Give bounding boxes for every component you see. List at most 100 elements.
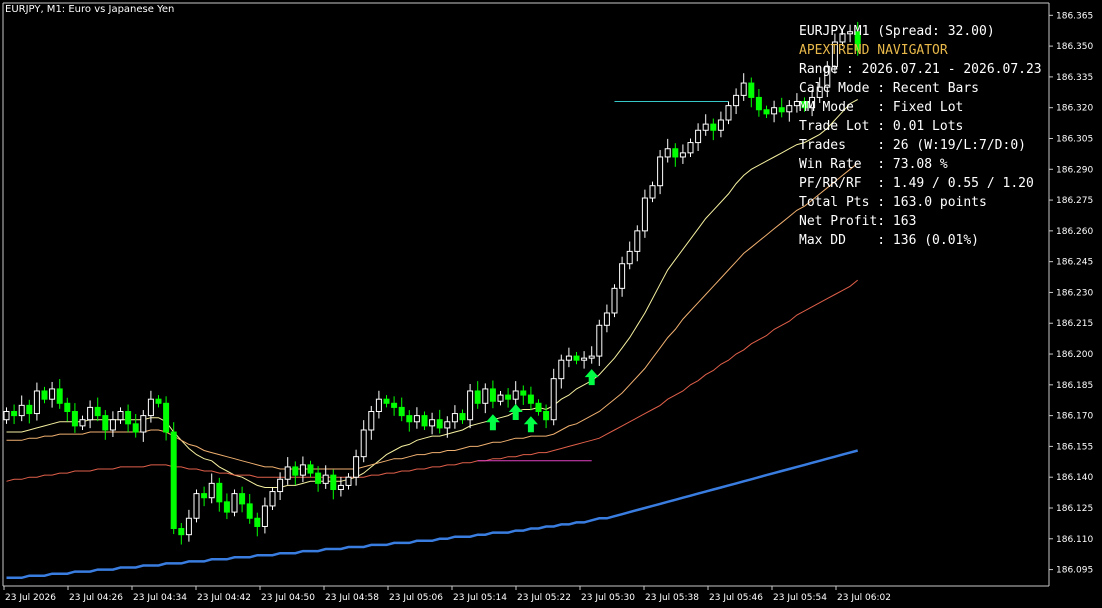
bull-candle[interactable] bbox=[429, 419, 436, 427]
buy-arrow-icon[interactable] bbox=[523, 416, 538, 433]
bear-candle[interactable] bbox=[330, 474, 337, 491]
bull-candle[interactable] bbox=[109, 419, 116, 431]
bull-candle[interactable] bbox=[360, 429, 367, 458]
bull-candle[interactable] bbox=[147, 398, 154, 417]
bull-candle[interactable] bbox=[345, 476, 352, 486]
bear-candle[interactable] bbox=[163, 402, 170, 433]
bull-candle[interactable] bbox=[140, 415, 147, 433]
bull-candle[interactable] bbox=[664, 148, 671, 158]
bull-candle[interactable] bbox=[269, 491, 276, 507]
bull-candle[interactable] bbox=[786, 105, 793, 113]
bull-candle[interactable] bbox=[702, 123, 709, 131]
bear-candle[interactable] bbox=[315, 472, 322, 484]
bear-candle[interactable] bbox=[398, 406, 405, 417]
buy-arrow-icon[interactable] bbox=[584, 369, 599, 386]
bull-candle[interactable] bbox=[695, 129, 702, 144]
bull-candle[interactable] bbox=[581, 357, 588, 361]
bull-candle[interactable] bbox=[231, 493, 238, 513]
bull-candle[interactable] bbox=[18, 404, 25, 417]
bull-candle[interactable] bbox=[550, 378, 557, 421]
bear-candle[interactable] bbox=[223, 501, 230, 513]
bear-candle[interactable] bbox=[406, 415, 413, 423]
bear-candle[interactable] bbox=[254, 517, 261, 527]
bear-candle[interactable] bbox=[543, 411, 550, 421]
bear-candle[interactable] bbox=[391, 402, 398, 408]
bull-candle[interactable] bbox=[322, 474, 329, 484]
bull-candle[interactable] bbox=[482, 388, 489, 404]
bull-candle[interactable] bbox=[588, 355, 595, 359]
bear-candle[interactable] bbox=[11, 411, 18, 417]
bear-candle[interactable] bbox=[246, 503, 253, 519]
bull-candle[interactable] bbox=[679, 152, 686, 158]
bull-candle[interactable] bbox=[444, 421, 451, 429]
bull-candle[interactable] bbox=[687, 142, 694, 154]
bear-candle[interactable] bbox=[527, 394, 534, 404]
bear-candle[interactable] bbox=[778, 107, 785, 113]
bull-candle[interactable] bbox=[337, 484, 344, 491]
bull-candle[interactable] bbox=[657, 156, 664, 187]
bear-candle[interactable] bbox=[383, 398, 390, 404]
bear-candle[interactable] bbox=[125, 411, 132, 425]
bull-candle[interactable] bbox=[277, 478, 284, 493]
bear-candle[interactable] bbox=[748, 82, 755, 98]
bear-candle[interactable] bbox=[64, 402, 71, 413]
bear-candle[interactable] bbox=[94, 406, 101, 417]
bull-candle[interactable] bbox=[375, 398, 382, 413]
bull-candle[interactable] bbox=[717, 119, 724, 131]
bull-candle[interactable] bbox=[497, 394, 504, 402]
bull-candle[interactable] bbox=[558, 359, 565, 380]
bear-candle[interactable] bbox=[505, 394, 512, 400]
bull-candle[interactable] bbox=[603, 312, 610, 326]
bull-candle[interactable] bbox=[185, 517, 192, 536]
bull-candle[interactable] bbox=[79, 419, 86, 427]
bull-candle[interactable] bbox=[641, 197, 648, 232]
bull-candle[interactable] bbox=[619, 263, 626, 289]
buy-arrow-icon[interactable] bbox=[508, 403, 523, 420]
bear-candle[interactable] bbox=[672, 148, 679, 158]
bull-candle[interactable] bbox=[611, 287, 618, 314]
bear-candle[interactable] bbox=[56, 388, 63, 404]
bear-candle[interactable] bbox=[201, 493, 208, 499]
bull-candle[interactable] bbox=[596, 324, 603, 357]
bull-candle[interactable] bbox=[299, 464, 306, 476]
bull-candle[interactable] bbox=[368, 411, 375, 431]
bull-candle[interactable] bbox=[649, 185, 656, 199]
bear-candle[interactable] bbox=[763, 109, 770, 115]
bear-candle[interactable] bbox=[535, 402, 542, 413]
bear-candle[interactable] bbox=[474, 390, 481, 404]
bear-candle[interactable] bbox=[436, 419, 443, 429]
bear-candle[interactable] bbox=[102, 415, 109, 431]
bear-candle[interactable] bbox=[710, 123, 717, 131]
bull-candle[interactable] bbox=[49, 388, 56, 400]
bull-candle[interactable] bbox=[626, 250, 633, 265]
bear-candle[interactable] bbox=[573, 355, 580, 361]
bull-candle[interactable] bbox=[467, 390, 474, 421]
bull-candle[interactable] bbox=[208, 482, 215, 499]
bear-candle[interactable] bbox=[307, 464, 314, 474]
bull-candle[interactable] bbox=[725, 105, 732, 121]
bull-candle[interactable] bbox=[3, 411, 10, 421]
bull-candle[interactable] bbox=[353, 456, 360, 478]
bear-candle[interactable] bbox=[755, 96, 762, 111]
bull-candle[interactable] bbox=[512, 390, 519, 400]
bull-candle[interactable] bbox=[117, 411, 124, 421]
bear-candle[interactable] bbox=[155, 398, 162, 404]
bull-candle[interactable] bbox=[771, 107, 778, 115]
bear-candle[interactable] bbox=[71, 411, 78, 427]
bull-candle[interactable] bbox=[634, 230, 641, 252]
bear-candle[interactable] bbox=[41, 390, 48, 400]
bear-candle[interactable] bbox=[489, 388, 496, 402]
bear-candle[interactable] bbox=[459, 413, 466, 421]
bull-candle[interactable] bbox=[740, 82, 747, 96]
bull-candle[interactable] bbox=[733, 94, 740, 107]
bear-candle[interactable] bbox=[216, 482, 223, 503]
bull-candle[interactable] bbox=[451, 413, 458, 423]
bull-candle[interactable] bbox=[565, 355, 572, 361]
bear-candle[interactable] bbox=[170, 431, 177, 530]
bear-candle[interactable] bbox=[292, 466, 299, 476]
bear-candle[interactable] bbox=[239, 493, 246, 505]
bull-candle[interactable] bbox=[193, 493, 200, 519]
bear-candle[interactable] bbox=[132, 423, 139, 433]
bear-candle[interactable] bbox=[421, 415, 428, 427]
buy-arrow-icon[interactable] bbox=[485, 414, 500, 431]
